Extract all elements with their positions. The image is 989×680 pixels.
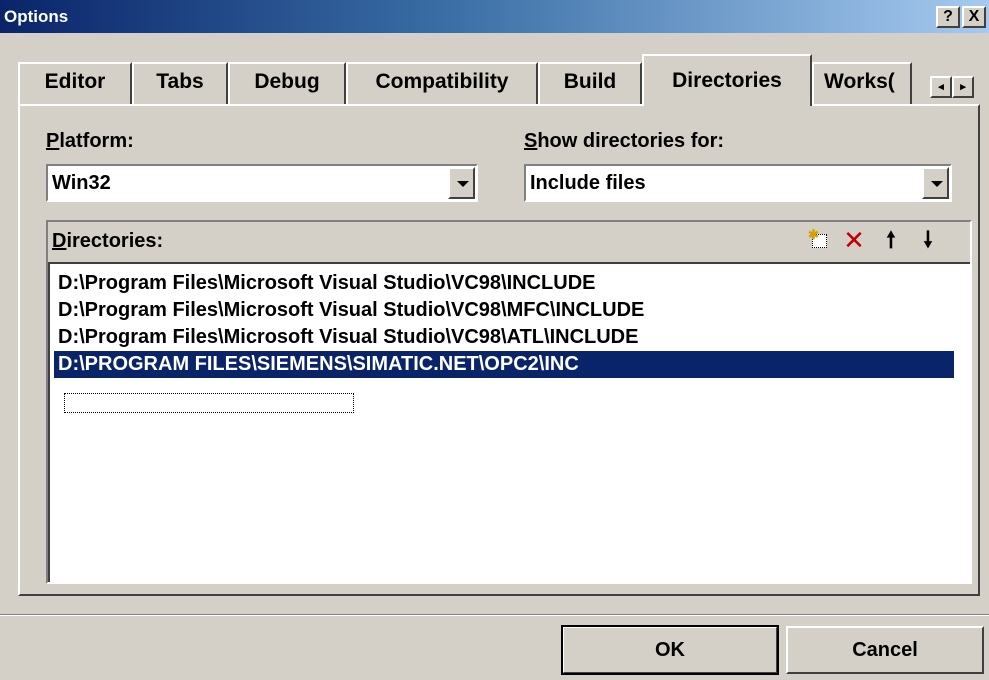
close-button[interactable]: X bbox=[962, 6, 986, 28]
help-button[interactable]: ? bbox=[936, 6, 960, 28]
list-item[interactable]: D:\Program Files\Microsoft Visual Studio… bbox=[54, 270, 596, 297]
tab-directories[interactable]: Directories bbox=[642, 54, 812, 106]
platform-value: Win32 bbox=[52, 172, 111, 194]
divider bbox=[0, 615, 989, 616]
tab-scroll-left-icon[interactable]: ◂ bbox=[930, 76, 952, 98]
show-directories-label: Show directories for: bbox=[524, 130, 724, 153]
directories-label-accel: D bbox=[52, 230, 67, 252]
show-directories-label-accel: S bbox=[524, 130, 538, 152]
directories-label: Directories: bbox=[52, 230, 163, 253]
tab-editor[interactable]: Editor bbox=[18, 62, 132, 104]
cancel-button[interactable]: Cancel bbox=[786, 626, 984, 674]
show-directories-value: Include files bbox=[530, 172, 646, 194]
ok-button[interactable]: OK bbox=[561, 625, 779, 675]
directories-label-text: irectories: bbox=[66, 230, 164, 252]
tab-compatibility[interactable]: Compatibility bbox=[346, 62, 538, 104]
new-folder-icon[interactable]: ✱ bbox=[806, 228, 832, 254]
move-down-icon[interactable]: 🠗 bbox=[915, 228, 941, 254]
tab-scroll-right-icon[interactable]: ▸ bbox=[952, 76, 974, 98]
tab-build[interactable]: Build bbox=[538, 62, 642, 104]
chevron-down-icon[interactable] bbox=[922, 167, 949, 199]
show-directories-label-text: how directories for: bbox=[537, 130, 725, 152]
directories-panel: Platform: Win32 Show directories for: In… bbox=[18, 104, 980, 596]
list-item-selected[interactable]: D:\PROGRAM FILES\SIEMENS\SIMATIC.NET\OPC… bbox=[54, 351, 954, 378]
move-up-icon[interactable]: 🠕 bbox=[878, 228, 904, 254]
tab-tabs[interactable]: Tabs bbox=[132, 62, 228, 104]
chevron-down-icon[interactable] bbox=[448, 167, 475, 199]
window-title: Options bbox=[4, 7, 69, 26]
platform-label: Platform: bbox=[46, 130, 134, 153]
directories-list[interactable]: D:\Program Files\Microsoft Visual Studio… bbox=[48, 262, 970, 582]
new-entry-placeholder[interactable] bbox=[64, 393, 354, 413]
list-item[interactable]: D:\Program Files\Microsoft Visual Studio… bbox=[54, 297, 644, 324]
show-directories-select[interactable]: Include files bbox=[524, 164, 952, 202]
platform-select[interactable]: Win32 bbox=[46, 164, 478, 202]
title-bar: Options ? X bbox=[0, 0, 989, 33]
list-item[interactable]: D:\Program Files\Microsoft Visual Studio… bbox=[54, 324, 638, 351]
directories-header: Directories: ✱ ✕ 🠕 🠗 bbox=[48, 222, 970, 262]
tab-debug[interactable]: Debug bbox=[228, 62, 346, 104]
platform-label-text: latform: bbox=[59, 130, 134, 152]
delete-icon[interactable]: ✕ bbox=[841, 228, 867, 254]
directories-group: Directories: ✱ ✕ 🠕 🠗 D:\Program Files\Mi… bbox=[46, 220, 972, 584]
platform-label-accel: P bbox=[46, 130, 60, 152]
tab-workspace[interactable]: Works( bbox=[812, 62, 912, 104]
tab-strip: Editor Tabs Debug Compatibility Build Di… bbox=[18, 54, 980, 106]
